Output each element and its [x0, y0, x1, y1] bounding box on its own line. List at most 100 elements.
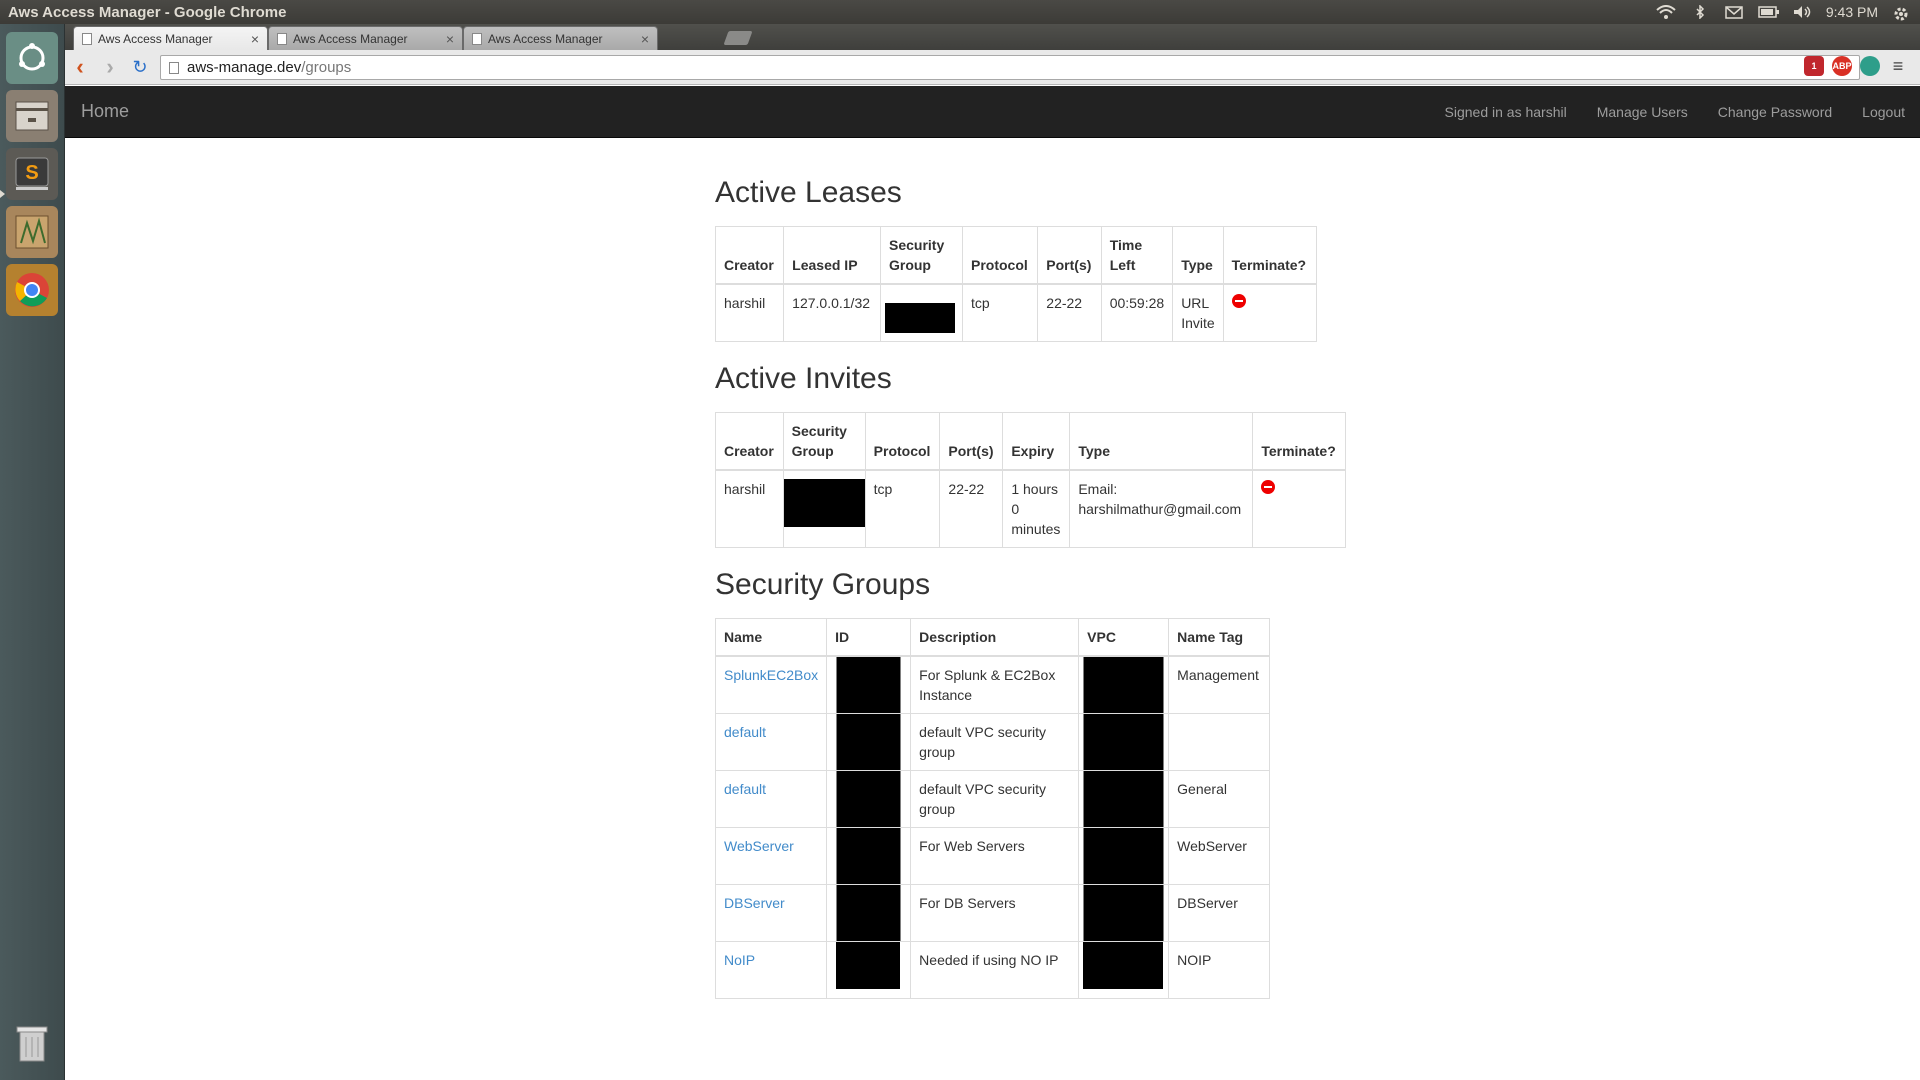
column-header: Creator	[715, 412, 784, 471]
tab-aws-access-manager-3[interactable]: Aws Access Manager ×	[463, 26, 658, 50]
lease-time-left: 00:59:28	[1100, 283, 1174, 342]
column-header: Name	[714, 618, 828, 657]
window-title: Aws Access Manager - Google Chrome	[8, 3, 287, 21]
active-leases-table: Creator Leased IP Security Group Protoco…	[714, 226, 1318, 342]
forward-button[interactable]: ›	[95, 52, 125, 82]
svg-text:S: S	[25, 162, 38, 184]
table-header-row: Creator Leased IP Security Group Protoco…	[714, 226, 1318, 285]
group-name-link[interactable]: default	[724, 781, 766, 797]
active-invites-title: Active Invites	[715, 362, 892, 395]
invite-expiry: 1 hours 0 minutes	[1002, 469, 1071, 548]
group-name-cell: SplunkEC2Box	[714, 655, 828, 714]
column-header: Expiry	[1002, 412, 1071, 471]
page-icon	[472, 32, 482, 45]
page-icon	[82, 32, 92, 45]
terminate-icon[interactable]	[1261, 480, 1276, 494]
group-vpc-cell	[1078, 884, 1170, 942]
terminate-icon[interactable]	[1231, 294, 1246, 308]
column-header: ID	[826, 618, 912, 657]
tab-close-button[interactable]: ×	[446, 31, 454, 47]
gear-icon[interactable]	[1892, 5, 1912, 21]
tab-strip: Aws Access Manager × Aws Access Manager …	[65, 24, 1920, 50]
table-row: default default VPC security group	[714, 713, 1270, 771]
manage-users-link[interactable]: Manage Users	[1597, 104, 1688, 120]
reload-button[interactable]: ↻	[125, 52, 155, 82]
clock[interactable]: 9:43 PM	[1826, 4, 1878, 20]
trash-icon[interactable]	[6, 1018, 58, 1070]
logout-link[interactable]: Logout	[1862, 104, 1905, 120]
column-header: Type	[1172, 226, 1224, 285]
group-name-tag: WebServer	[1168, 827, 1270, 885]
adblock-plus-icon[interactable]: ABP	[1832, 56, 1852, 76]
table-header-row: Creator Security Group Protocol Port(s) …	[715, 412, 1346, 471]
security-groups-table: Name ID Description VPC Name Tag SplunkE…	[714, 618, 1270, 999]
lease-protocol: tcp	[961, 283, 1039, 342]
group-vpc-cell	[1078, 827, 1170, 885]
column-header: Name Tag	[1168, 618, 1270, 657]
invite-ports: 22-22	[939, 469, 1004, 548]
dash-home-icon[interactable]	[6, 32, 58, 84]
page-icon	[277, 32, 287, 45]
tab-close-button[interactable]: ×	[641, 31, 649, 47]
wifi-icon[interactable]	[1656, 5, 1676, 19]
lease-ports: 22-22	[1037, 283, 1102, 342]
group-name-cell: WebServer	[714, 827, 828, 885]
tab-aws-access-manager-2[interactable]: Aws Access Manager ×	[268, 26, 463, 50]
group-description: default VPC security group	[910, 770, 1080, 828]
group-name-tag: NOIP	[1168, 941, 1270, 999]
group-name-link[interactable]: WebServer	[724, 838, 794, 854]
back-button[interactable]: ‹	[65, 52, 95, 82]
column-header: Terminate?	[1252, 412, 1346, 471]
group-id-cell	[826, 770, 912, 828]
app-navbar: Home Signed in as harshil Manage Users C…	[65, 86, 1920, 138]
extension-badge-icon[interactable]: 1	[1804, 56, 1824, 76]
volume-icon[interactable]	[1792, 5, 1812, 19]
image-viewer-icon[interactable]	[6, 206, 58, 258]
group-id-cell	[826, 941, 912, 999]
browser-toolbar: ‹ › ↻ aws-manage.dev/groups ☆ 1 ABP ≡	[65, 50, 1920, 85]
sublime-text-icon[interactable]: S	[6, 148, 58, 200]
column-header: Protocol	[961, 226, 1039, 285]
bluetooth-icon[interactable]	[1690, 4, 1710, 20]
group-name-tag: General	[1168, 770, 1270, 828]
url-host: aws-manage.dev	[187, 59, 302, 76]
shield-extension-icon[interactable]	[1860, 56, 1880, 76]
page-icon	[169, 61, 179, 74]
group-description: For DB Servers	[910, 884, 1080, 942]
group-name-cell: DBServer	[714, 884, 828, 942]
group-name-tag	[1168, 713, 1270, 771]
lease-security-group	[879, 283, 963, 342]
column-header: Description	[910, 618, 1080, 657]
group-name-tag: DBServer	[1168, 884, 1270, 942]
home-link[interactable]: Home	[65, 101, 129, 122]
table-row: harshil tcp 22-22 1 hours 0 minutes Emai…	[715, 469, 1346, 548]
unity-launcher: S	[0, 24, 65, 1080]
chrome-menu-icon[interactable]: ≡	[1888, 56, 1908, 76]
chrome-icon[interactable]	[6, 264, 58, 316]
column-header: Port(s)	[1037, 226, 1102, 285]
invite-terminate-cell	[1252, 469, 1346, 548]
tab-aws-access-manager-1[interactable]: Aws Access Manager ×	[73, 26, 268, 50]
files-icon[interactable]	[6, 90, 58, 142]
group-name-link[interactable]: NoIP	[724, 952, 755, 968]
group-name-link[interactable]: DBServer	[724, 895, 785, 911]
group-name-link[interactable]: SplunkEC2Box	[724, 667, 818, 683]
invite-type: Email: harshilmathur@gmail.com	[1069, 469, 1254, 548]
launcher-active-indicator	[0, 190, 5, 198]
active-invites-table: Creator Security Group Protocol Port(s) …	[715, 412, 1346, 548]
tab-label: Aws Access Manager	[293, 31, 408, 46]
mail-icon[interactable]	[1724, 5, 1744, 19]
group-name-link[interactable]: default	[724, 724, 766, 740]
tab-close-button[interactable]: ×	[251, 31, 259, 47]
group-name-cell: NoIP	[714, 941, 828, 999]
table-row: DBServer For DB Servers DBServer	[714, 884, 1270, 942]
lease-ip: 127.0.0.1/32	[783, 283, 881, 342]
group-name-cell: default	[714, 713, 828, 771]
address-bar[interactable]: aws-manage.dev/groups ☆	[160, 55, 1860, 80]
column-header: Protocol	[864, 412, 941, 471]
battery-icon[interactable]	[1758, 5, 1779, 19]
change-password-link[interactable]: Change Password	[1718, 104, 1832, 120]
new-tab-button[interactable]	[723, 31, 753, 45]
signed-in-link[interactable]: Signed in as harshil	[1445, 104, 1567, 120]
group-description: For Splunk & EC2Box Instance	[910, 655, 1080, 714]
